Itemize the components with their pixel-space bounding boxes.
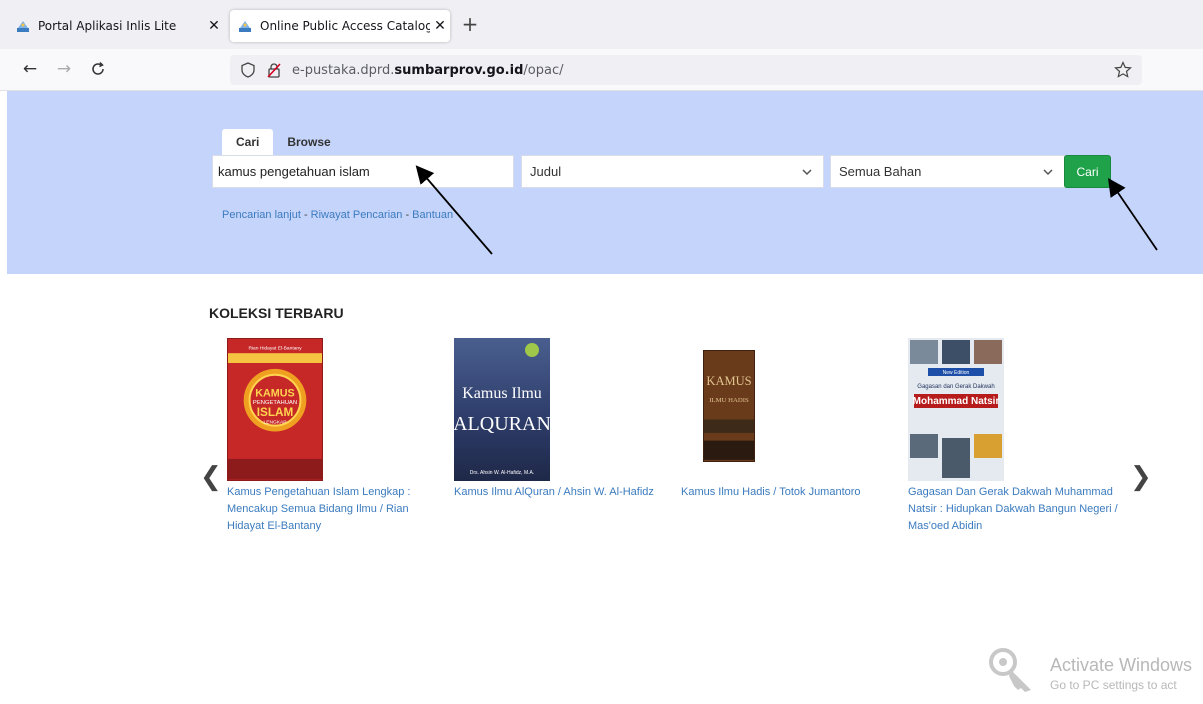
book-cover[interactable]: KAMUS PENGETAHUAN ISLAM LENGKAP Rian Hid… bbox=[227, 338, 442, 481]
address-bar[interactable]: e-pustaka.dprd.sumbarprov.go.id/opac/ bbox=[230, 55, 1142, 85]
activate-windows-subtitle: Go to PC settings to act bbox=[1050, 678, 1177, 692]
search-input[interactable] bbox=[212, 155, 514, 188]
activate-windows-title: Activate Windows bbox=[1050, 655, 1193, 675]
browser-tab-bar: Portal Aplikasi Inlis Lite ✕ Online Publ… bbox=[0, 0, 1203, 49]
browser-tab-inlis-portal[interactable]: Portal Aplikasi Inlis Lite ✕ bbox=[12, 10, 224, 42]
svg-text:Gagasan dan Gerak Dakwah: Gagasan dan Gerak Dakwah bbox=[917, 384, 994, 390]
book-cover[interactable]: Kamus Ilmu ALQURAN Drs. Ahsin W. Al-Hafi… bbox=[454, 338, 669, 481]
tab-title: Online Public Access Catalog - I bbox=[260, 19, 430, 33]
svg-text:ILMU HADIS: ILMU HADIS bbox=[709, 397, 749, 404]
insecure-lock-icon[interactable] bbox=[266, 62, 282, 78]
search-tabs: Cari Browse bbox=[222, 129, 345, 155]
book-card[interactable]: New Edition Gagasan dan Gerak Dakwah Moh… bbox=[908, 338, 1123, 535]
close-tab-icon[interactable]: ✕ bbox=[204, 18, 224, 34]
svg-text:LENGKAP: LENGKAP bbox=[263, 420, 286, 426]
new-tab-plus-icon[interactable]: + bbox=[460, 14, 480, 36]
reload-icon[interactable] bbox=[86, 57, 110, 81]
book-title-link[interactable]: Kamus Ilmu AlQuran / Ahsin W. Al-Hafidz bbox=[454, 484, 669, 501]
activation-key-icon bbox=[989, 648, 1031, 692]
book-cover[interactable]: KAMUS ILMU HADIS bbox=[681, 338, 896, 481]
carousel-next-icon[interactable]: ❯ bbox=[1130, 462, 1152, 492]
help-link[interactable]: Bantuan bbox=[412, 209, 453, 221]
tab-title: Portal Aplikasi Inlis Lite bbox=[38, 19, 177, 33]
browser-tab-opac[interactable]: Online Public Access Catalog - I ✕ bbox=[230, 10, 450, 42]
book-title-link[interactable]: Kamus Ilmu Hadis / Totok Jumantoro bbox=[681, 484, 896, 501]
svg-text:Kamus Ilmu: Kamus Ilmu bbox=[462, 385, 542, 402]
material-type-value: Semua Bahan bbox=[839, 164, 922, 179]
svg-text:Mohammad Natsir: Mohammad Natsir bbox=[913, 396, 1000, 407]
close-tab-icon[interactable]: ✕ bbox=[430, 18, 450, 34]
book-title-link[interactable]: Kamus Pengetahuan Islam Lengkap : Mencak… bbox=[227, 484, 442, 535]
svg-text:Drs. Ahsin W. Al-Hafidz, M.A.: Drs. Ahsin W. Al-Hafidz, M.A. bbox=[470, 470, 534, 476]
advanced-search-link[interactable]: Pencarian lanjut bbox=[222, 209, 301, 221]
tab-cari[interactable]: Cari bbox=[222, 129, 274, 155]
chevron-down-icon bbox=[802, 169, 812, 176]
book-cover-image: New Edition Gagasan dan Gerak Dakwah Moh… bbox=[908, 338, 1004, 481]
section-heading: KOLEKSI TERBARU bbox=[209, 305, 344, 321]
forward-arrow-icon[interactable]: → bbox=[52, 57, 76, 81]
book-cover-image: Kamus Ilmu ALQURAN Drs. Ahsin W. Al-Hafi… bbox=[454, 338, 550, 481]
book-card[interactable]: KAMUS PENGETAHUAN ISLAM LENGKAP Rian Hid… bbox=[227, 338, 442, 535]
chevron-down-icon bbox=[1043, 169, 1053, 176]
site-favicon-icon bbox=[17, 21, 29, 32]
carousel-prev-icon[interactable]: ❮ bbox=[200, 462, 222, 492]
bookmark-star-icon[interactable] bbox=[1114, 61, 1132, 79]
search-field-select[interactable]: Judul bbox=[521, 155, 824, 188]
svg-text:KAMUS: KAMUS bbox=[706, 374, 751, 388]
url-text: e-pustaka.dprd.sumbarprov.go.id/opac/ bbox=[292, 62, 564, 78]
svg-text:Rian Hidayat El-Bantany: Rian Hidayat El-Bantany bbox=[248, 345, 302, 351]
search-submit-button[interactable]: Cari bbox=[1064, 155, 1111, 188]
book-title-link[interactable]: Gagasan Dan Gerak Dakwah Muhammad Natsir… bbox=[908, 484, 1123, 535]
search-field-value: Judul bbox=[530, 164, 562, 179]
svg-text:New Edition: New Edition bbox=[943, 370, 970, 376]
svg-text:ALQURAN: ALQURAN bbox=[454, 413, 550, 435]
book-cover[interactable]: New Edition Gagasan dan Gerak Dakwah Moh… bbox=[908, 338, 1123, 481]
tracking-shield-icon[interactable] bbox=[240, 62, 256, 78]
site-favicon-icon bbox=[239, 21, 251, 32]
search-history-link[interactable]: Riwayat Pencarian bbox=[311, 209, 403, 221]
search-panel: Cari Browse Judul Semua Bahan Cari Penca… bbox=[7, 91, 1203, 274]
search-links: Pencarian lanjut - Riwayat Pencarian - B… bbox=[222, 209, 454, 221]
book-card[interactable]: Kamus Ilmu ALQURAN Drs. Ahsin W. Al-Hafi… bbox=[454, 338, 669, 501]
material-type-select[interactable]: Semua Bahan bbox=[830, 155, 1065, 188]
back-arrow-icon[interactable]: ← bbox=[18, 57, 42, 81]
book-cover-image: KAMUS PENGETAHUAN ISLAM LENGKAP Rian Hid… bbox=[227, 338, 323, 481]
book-cover-image: KAMUS ILMU HADIS bbox=[703, 350, 755, 462]
browser-navigation-bar: ← → e-pustaka.dprd.sumbarprov.go.id/opac… bbox=[0, 49, 1203, 91]
tab-browse[interactable]: Browse bbox=[273, 129, 344, 155]
svg-text:KAMUS: KAMUS bbox=[255, 387, 294, 399]
book-card[interactable]: KAMUS ILMU HADIS Kamus Ilmu Hadis / Toto… bbox=[681, 338, 896, 501]
svg-text:ISLAM: ISLAM bbox=[257, 406, 294, 419]
